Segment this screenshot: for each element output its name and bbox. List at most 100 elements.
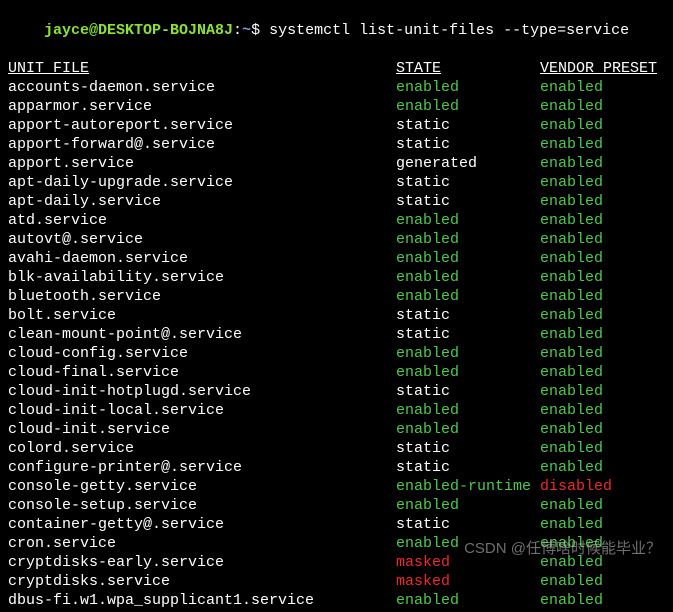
table-row: cloud-config.serviceenabledenabled [8, 344, 665, 363]
table-row: apt-daily.servicestaticenabled [8, 192, 665, 211]
state-cell: enabled [396, 363, 540, 382]
table-row: cloud-init-hotplugd.servicestaticenabled [8, 382, 665, 401]
preset-cell: enabled [540, 382, 603, 401]
unit-file-cell: apport.service [8, 154, 396, 173]
preset-cell: enabled [540, 439, 603, 458]
state-cell: masked [396, 572, 540, 591]
preset-cell: enabled [540, 458, 603, 477]
unit-file-cell: autovt@.service [8, 230, 396, 249]
table-row: accounts-daemon.serviceenabledenabled [8, 78, 665, 97]
preset-cell: enabled [540, 78, 603, 97]
unit-file-cell: cloud-init-local.service [8, 401, 396, 420]
state-cell: enabled [396, 496, 540, 515]
table-row: apt-daily-upgrade.servicestaticenabled [8, 173, 665, 192]
state-cell: static [396, 439, 540, 458]
state-cell: enabled [396, 534, 540, 553]
table-row: apparmor.serviceenabledenabled [8, 97, 665, 116]
preset-cell: enabled [540, 173, 603, 192]
state-cell: generated [396, 154, 540, 173]
header-vendor-preset: VENDOR PRESET [540, 59, 657, 78]
table-row: bluetooth.serviceenabledenabled [8, 287, 665, 306]
preset-cell: enabled [540, 515, 603, 534]
preset-cell: enabled [540, 249, 603, 268]
preset-cell: disabled [540, 477, 612, 496]
state-cell: static [396, 173, 540, 192]
preset-cell: enabled [540, 325, 603, 344]
unit-file-cell: cloud-init-hotplugd.service [8, 382, 396, 401]
unit-file-cell: accounts-daemon.service [8, 78, 396, 97]
state-cell: enabled [396, 287, 540, 306]
preset-cell: enabled [540, 211, 603, 230]
preset-cell: enabled [540, 154, 603, 173]
unit-file-cell: configure-printer@.service [8, 458, 396, 477]
unit-file-cell: apt-daily-upgrade.service [8, 173, 396, 192]
service-list: accounts-daemon.serviceenabledenabledapp… [8, 78, 665, 610]
unit-file-cell: console-setup.service [8, 496, 396, 515]
table-row: cloud-final.serviceenabledenabled [8, 363, 665, 382]
preset-cell: enabled [540, 572, 603, 591]
unit-file-cell: colord.service [8, 439, 396, 458]
state-cell: enabled [396, 401, 540, 420]
table-row: apport-autoreport.servicestaticenabled [8, 116, 665, 135]
table-header: UNIT FILESTATEVENDOR PRESET [8, 59, 665, 78]
preset-cell: enabled [540, 363, 603, 382]
state-cell: enabled [396, 97, 540, 116]
table-row: cryptdisks.servicemaskedenabled [8, 572, 665, 591]
preset-cell: enabled [540, 496, 603, 515]
command-text: systemctl list-unit-files --type=service [269, 22, 629, 39]
table-row: console-getty.serviceenabled-runtimedisa… [8, 477, 665, 496]
preset-cell: enabled [540, 97, 603, 116]
header-state: STATE [396, 59, 540, 78]
table-row: avahi-daemon.serviceenabledenabled [8, 249, 665, 268]
unit-file-cell: bolt.service [8, 306, 396, 325]
preset-cell: enabled [540, 553, 603, 572]
table-row: configure-printer@.servicestaticenabled [8, 458, 665, 477]
state-cell: enabled [396, 211, 540, 230]
table-row: blk-availability.serviceenabledenabled [8, 268, 665, 287]
state-cell: static [396, 325, 540, 344]
state-cell: static [396, 382, 540, 401]
prompt-dollar: $ [251, 22, 269, 39]
table-row: apport.servicegeneratedenabled [8, 154, 665, 173]
state-cell: enabled [396, 230, 540, 249]
prompt-colon: : [233, 22, 242, 39]
state-cell: enabled [396, 268, 540, 287]
table-row: apport-forward@.servicestaticenabled [8, 135, 665, 154]
state-cell: enabled [396, 420, 540, 439]
unit-file-cell: cryptdisks.service [8, 572, 396, 591]
preset-cell: enabled [540, 534, 603, 553]
preset-cell: enabled [540, 591, 603, 610]
state-cell: enabled-runtime [396, 477, 540, 496]
table-row: cloud-init-local.serviceenabledenabled [8, 401, 665, 420]
terminal-output: jayce@DESKTOP-BOJNA8J:~$ systemctl list-… [0, 0, 673, 612]
unit-file-cell: avahi-daemon.service [8, 249, 396, 268]
unit-file-cell: apt-daily.service [8, 192, 396, 211]
table-row: container-getty@.servicestaticenabled [8, 515, 665, 534]
state-cell: static [396, 116, 540, 135]
unit-file-cell: dbus-fi.w1.wpa_supplicant1.service [8, 591, 396, 610]
preset-cell: enabled [540, 116, 603, 135]
table-row: clean-mount-point@.servicestaticenabled [8, 325, 665, 344]
table-row: atd.serviceenabledenabled [8, 211, 665, 230]
preset-cell: enabled [540, 420, 603, 439]
preset-cell: enabled [540, 192, 603, 211]
preset-cell: enabled [540, 230, 603, 249]
unit-file-cell: blk-availability.service [8, 268, 396, 287]
unit-file-cell: apparmor.service [8, 97, 396, 116]
unit-file-cell: cron.service [8, 534, 396, 553]
state-cell: enabled [396, 591, 540, 610]
prompt-user-host: jayce@DESKTOP-BOJNA8J [44, 22, 233, 39]
state-cell: masked [396, 553, 540, 572]
unit-file-cell: cloud-init.service [8, 420, 396, 439]
unit-file-cell: cloud-final.service [8, 363, 396, 382]
state-cell: enabled [396, 249, 540, 268]
unit-file-cell: apport-forward@.service [8, 135, 396, 154]
state-cell: static [396, 515, 540, 534]
unit-file-cell: cryptdisks-early.service [8, 553, 396, 572]
table-row: autovt@.serviceenabledenabled [8, 230, 665, 249]
prompt-path: ~ [242, 22, 251, 39]
preset-cell: enabled [540, 268, 603, 287]
preset-cell: enabled [540, 287, 603, 306]
table-row: bolt.servicestaticenabled [8, 306, 665, 325]
preset-cell: enabled [540, 344, 603, 363]
